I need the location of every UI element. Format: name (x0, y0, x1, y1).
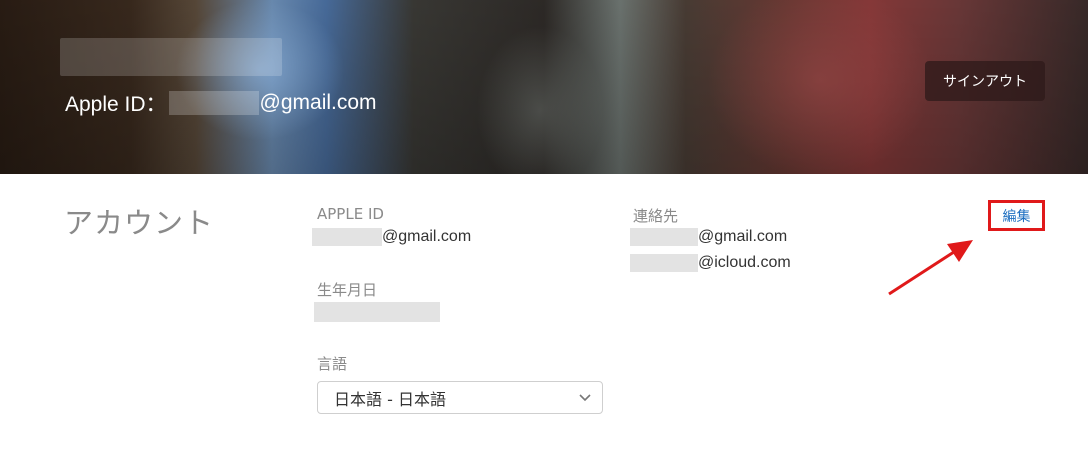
arrow-icon (888, 240, 973, 296)
redacted-email-local-part (630, 254, 698, 272)
signout-button[interactable]: サインアウト (925, 61, 1045, 101)
chevron-down-icon (579, 394, 591, 402)
apple-id-email: @gmail.com (382, 228, 472, 245)
redacted-user-name (60, 38, 282, 76)
profile-banner: Apple ID： @gmail.com サインアウト (0, 0, 1088, 174)
contact-label: 連絡先 (633, 207, 679, 225)
contact-email: @gmail.com (698, 228, 788, 245)
redacted-email-local-part (312, 228, 382, 246)
redacted-email-local-part (630, 228, 698, 246)
language-select[interactable]: 日本語 - 日本語 (317, 381, 603, 414)
apple-id-value: @gmail.com (312, 228, 471, 246)
apple-id-label: APPLE ID (317, 205, 384, 223)
edit-link[interactable]: 編集 (988, 200, 1045, 231)
redacted-birthday (314, 302, 440, 322)
banner-apple-id-email: @gmail.com (259, 91, 377, 114)
contact-item: @icloud.com (630, 254, 791, 272)
banner-apple-id: Apple ID： @gmail.com (65, 88, 377, 118)
birthday-value (314, 302, 440, 322)
contact-item: @gmail.com (630, 228, 787, 246)
banner-apple-id-label: Apple ID： (65, 93, 167, 116)
language-select-value: 日本語 - 日本語 (334, 389, 446, 409)
language-label: 言語 (317, 355, 348, 373)
contact-email: @icloud.com (698, 254, 791, 271)
section-title-account: アカウント (64, 206, 215, 240)
redacted-email-local-part (168, 91, 259, 115)
birthday-label: 生年月日 (317, 281, 378, 299)
